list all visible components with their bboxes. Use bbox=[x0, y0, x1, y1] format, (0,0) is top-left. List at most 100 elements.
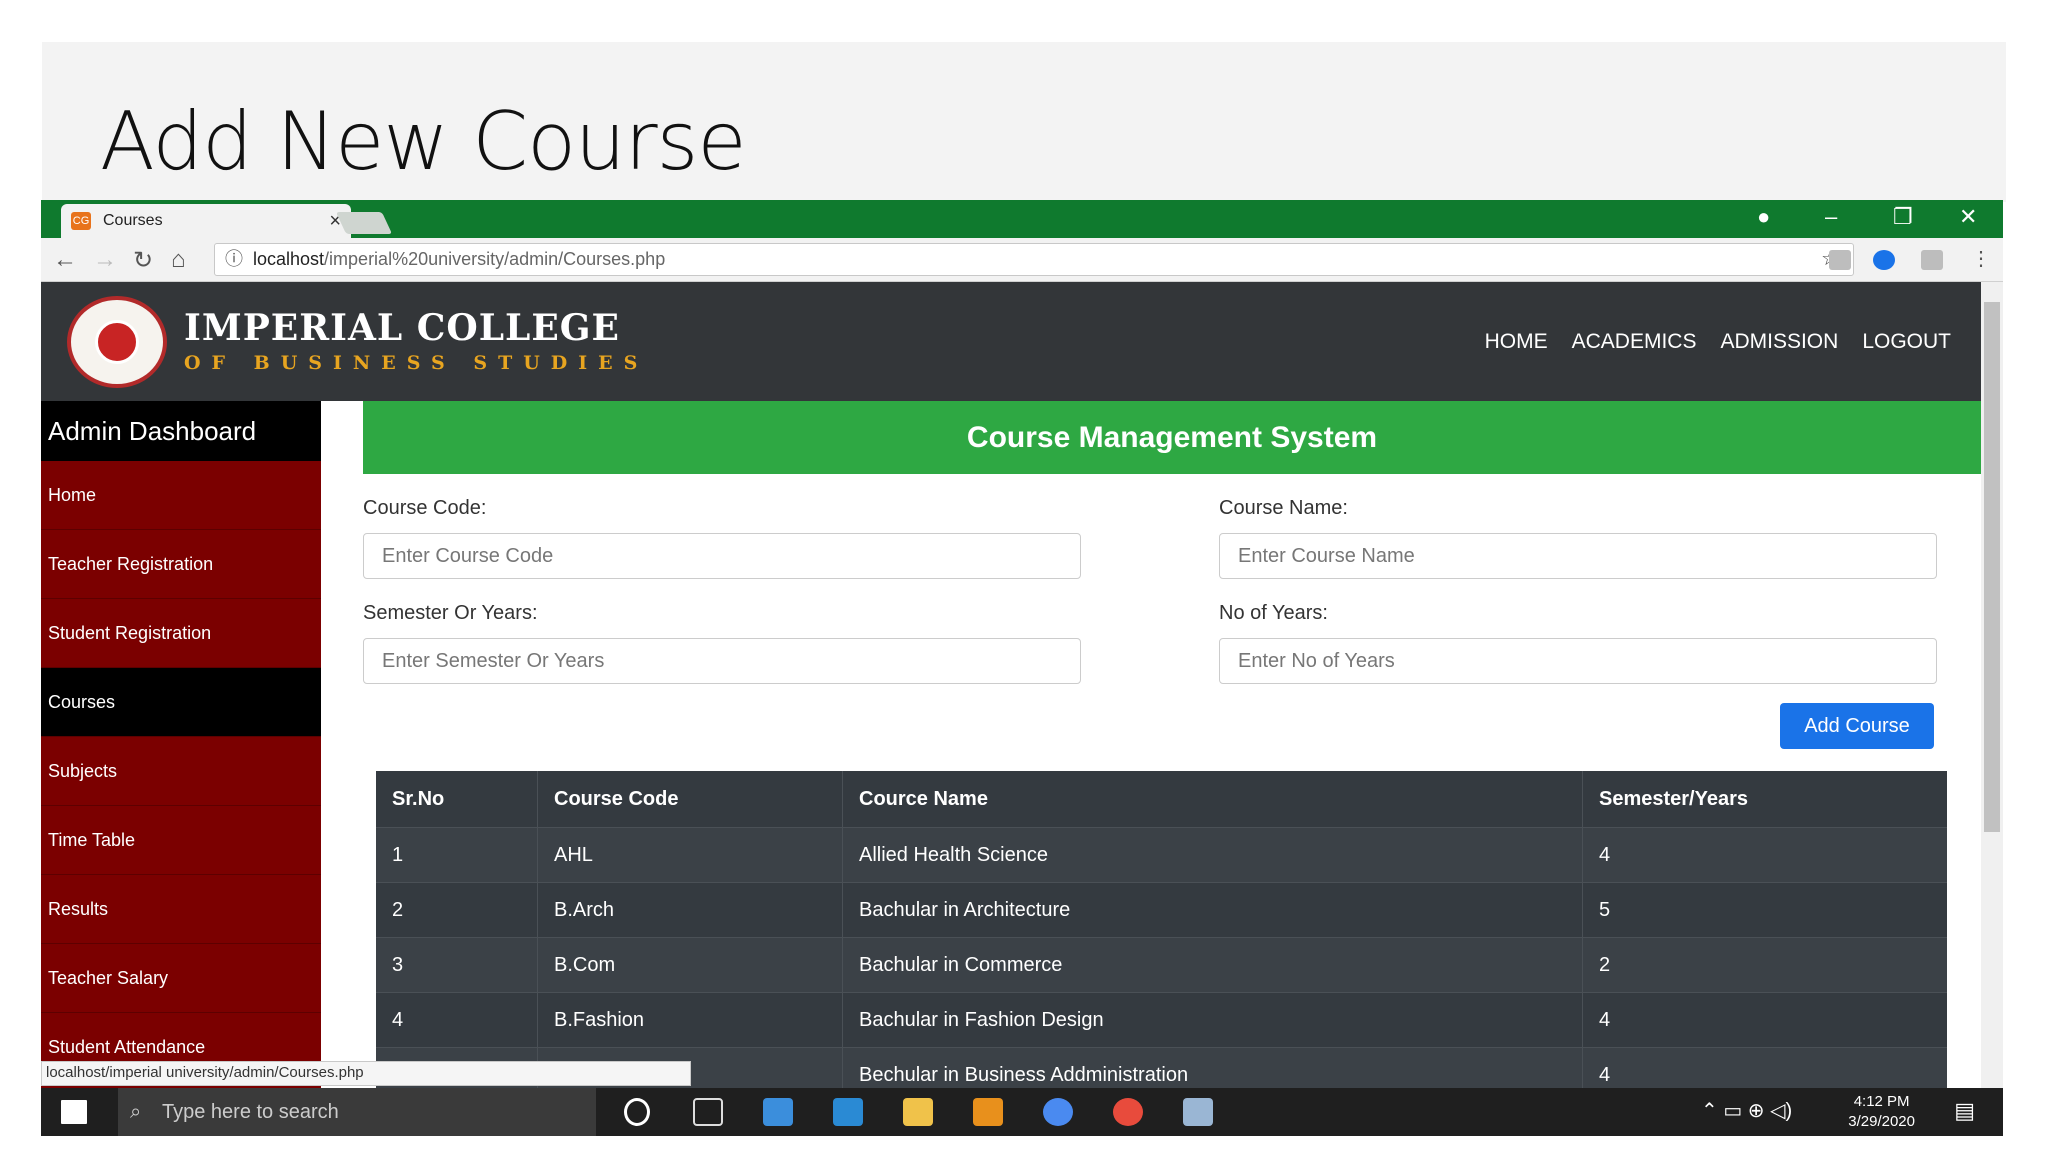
address-bar: ← → ↻ ⌂ ⓘ localhost/imperial%20universit… bbox=[41, 238, 2003, 282]
windows-start-icon[interactable] bbox=[61, 1100, 87, 1124]
sidebar-item-results[interactable]: Results bbox=[41, 875, 321, 944]
browser-tab[interactable]: CG Courses × bbox=[61, 204, 351, 238]
page-content: IMPERIAL COLLEGE OF BUSINESS STUDIES HOM… bbox=[41, 282, 1981, 1088]
table-cell: 4 bbox=[1599, 843, 1611, 866]
nav-home[interactable]: HOME bbox=[1485, 330, 1548, 354]
sidebar-item-subjects[interactable]: Subjects bbox=[41, 737, 321, 806]
sidebar: Admin Dashboard Home Teacher Registratio… bbox=[41, 401, 321, 1088]
chrome-icon[interactable] bbox=[1113, 1098, 1143, 1126]
sidebar-item-home[interactable]: Home bbox=[41, 461, 321, 530]
table-row[interactable]: 3 B.Com Bachular in Commerce 2 bbox=[376, 937, 1947, 992]
table-header-row: Sr.No Course Code Cource Name Semester/Y… bbox=[376, 771, 1947, 827]
new-tab-button[interactable] bbox=[335, 212, 393, 234]
semester-label: Semester Or Years: bbox=[363, 602, 538, 624]
sidebar-item-teacher-salary[interactable]: Teacher Salary bbox=[41, 944, 321, 1013]
scrollbar-thumb[interactable] bbox=[1984, 302, 2000, 832]
table-cell: 2 bbox=[1599, 953, 1611, 976]
minimize-icon[interactable]: – bbox=[1825, 204, 1837, 230]
add-course-button[interactable]: Add Course bbox=[1780, 703, 1934, 749]
cortana-icon[interactable] bbox=[624, 1098, 650, 1126]
extension-icon[interactable] bbox=[1829, 250, 1851, 270]
nav-logout[interactable]: LOGOUT bbox=[1862, 330, 1951, 354]
windows-taskbar: ⌕ Type here to search ⌃ ▭ ⊕ ◁) 4:12 PM 3… bbox=[41, 1088, 2003, 1136]
table-cell: B.Fashion bbox=[538, 993, 843, 1047]
college-logo bbox=[67, 296, 167, 388]
favicon-icon: CG bbox=[71, 212, 91, 230]
brand-subtitle: OF BUSINESS STUDIES bbox=[184, 352, 649, 374]
extension-search-icon[interactable] bbox=[1873, 250, 1895, 270]
menu-icon[interactable]: ⋮ bbox=[1971, 246, 1991, 271]
paint-icon[interactable] bbox=[1183, 1098, 1213, 1126]
notifications-icon[interactable]: ▤ bbox=[1954, 1098, 1975, 1124]
taskbar-clock[interactable]: 4:12 PM 3/29/2020 bbox=[1848, 1092, 1915, 1132]
courses-table: Sr.No Course Code Cource Name Semester/Y… bbox=[376, 771, 1947, 1088]
column-header: Sr.No bbox=[376, 771, 538, 827]
clock-date: 3/29/2020 bbox=[1848, 1113, 1915, 1130]
sidebar-item-time-table[interactable]: Time Table bbox=[41, 806, 321, 875]
home-icon[interactable]: ⌂ bbox=[171, 246, 186, 274]
tray-icons[interactable]: ⌃ ▭ ⊕ ◁) bbox=[1701, 1098, 1792, 1123]
sidebar-item-student-registration[interactable]: Student Registration bbox=[41, 599, 321, 668]
profile-icon[interactable]: ● bbox=[1757, 204, 1770, 230]
table-cell: AHL bbox=[538, 828, 843, 882]
course-code-label: Course Code: bbox=[363, 497, 487, 519]
table-cell: 3 bbox=[376, 938, 538, 992]
course-code-input[interactable]: Enter Course Code bbox=[363, 533, 1081, 579]
taskbar-search-placeholder: Type here to search bbox=[162, 1101, 339, 1123]
table-row[interactable]: 1 AHL Allied Health Science 4 bbox=[376, 827, 1947, 882]
search-icon: ⌕ bbox=[130, 1101, 142, 1123]
table-cell: 2 bbox=[376, 883, 538, 937]
course-name-label: Course Name: bbox=[1219, 497, 1348, 519]
column-header: Semester/Years bbox=[1599, 787, 1749, 810]
table-cell: Bachular in Fashion Design bbox=[843, 993, 1583, 1047]
table-cell: 4 bbox=[376, 993, 538, 1047]
page-scrollbar[interactable] bbox=[1981, 282, 2003, 1088]
years-input[interactable]: Enter No of Years bbox=[1219, 638, 1937, 684]
close-window-icon[interactable]: ✕ bbox=[1959, 204, 1977, 230]
task-view-icon[interactable] bbox=[693, 1098, 723, 1126]
forward-icon[interactable]: → bbox=[93, 246, 117, 274]
table-cell: 1 bbox=[376, 828, 538, 882]
table-cell: Bachular in Architecture bbox=[843, 883, 1583, 937]
page-title-banner: Course Management System bbox=[363, 401, 1981, 474]
info-icon[interactable]: ⓘ bbox=[225, 244, 243, 275]
back-icon[interactable]: ← bbox=[53, 246, 77, 274]
table-cell: B.Arch bbox=[538, 883, 843, 937]
nav-admission[interactable]: ADMISSION bbox=[1720, 330, 1838, 354]
restore-icon[interactable]: ❐ bbox=[1893, 204, 1913, 230]
sidebar-item-courses[interactable]: Courses bbox=[41, 668, 321, 737]
semester-input[interactable]: Enter Semester Or Years bbox=[363, 638, 1081, 684]
app-icon[interactable] bbox=[763, 1098, 793, 1126]
extension-icon[interactable] bbox=[1921, 250, 1943, 270]
table-cell: 4 bbox=[1599, 1008, 1611, 1031]
table-cell: 5 bbox=[1599, 898, 1611, 921]
table-cell: Bechular in Business Addministration bbox=[843, 1048, 1583, 1088]
vscode-icon[interactable] bbox=[833, 1098, 863, 1126]
taskbar-search-input[interactable]: ⌕ Type here to search bbox=[118, 1088, 596, 1136]
table-cell: Bachular in Commerce bbox=[843, 938, 1583, 992]
clock-time: 4:12 PM bbox=[1853, 1093, 1910, 1110]
table-cell: 4 bbox=[1599, 1063, 1611, 1086]
url-input[interactable]: ⓘ localhost/imperial%20university/admin/… bbox=[214, 243, 1854, 276]
chrome-active-icon[interactable] bbox=[1043, 1098, 1073, 1126]
years-label: No of Years: bbox=[1219, 602, 1328, 624]
sublime-icon[interactable] bbox=[973, 1098, 1003, 1126]
reload-icon[interactable]: ↻ bbox=[133, 246, 153, 275]
course-name-input[interactable]: Enter Course Name bbox=[1219, 533, 1937, 579]
table-row[interactable]: 2 B.Arch Bachular in Architecture 5 bbox=[376, 882, 1947, 937]
sidebar-title: Admin Dashboard bbox=[41, 401, 321, 461]
slide-title: Add New Course bbox=[100, 95, 747, 188]
table-cell: B.Com bbox=[538, 938, 843, 992]
url-host: localhost bbox=[253, 249, 325, 269]
sidebar-item-teacher-registration[interactable]: Teacher Registration bbox=[41, 530, 321, 599]
browser-window: CG Courses × ● – ❐ ✕ ← → ↻ ⌂ ⓘ localhost… bbox=[41, 200, 2003, 1136]
nav-academics[interactable]: ACADEMICS bbox=[1572, 330, 1697, 354]
brand-name: IMPERIAL COLLEGE bbox=[184, 307, 620, 349]
tab-bar: CG Courses × ● – ❐ ✕ bbox=[41, 200, 2003, 238]
tab-title: Courses bbox=[103, 212, 163, 229]
table-cell: Allied Health Science bbox=[843, 828, 1583, 882]
table-row[interactable]: 4 B.Fashion Bachular in Fashion Design 4 bbox=[376, 992, 1947, 1047]
file-explorer-icon[interactable] bbox=[903, 1098, 933, 1126]
link-status-bar: localhost/imperial university/admin/Cour… bbox=[41, 1061, 691, 1086]
column-header: Course Code bbox=[538, 771, 843, 827]
